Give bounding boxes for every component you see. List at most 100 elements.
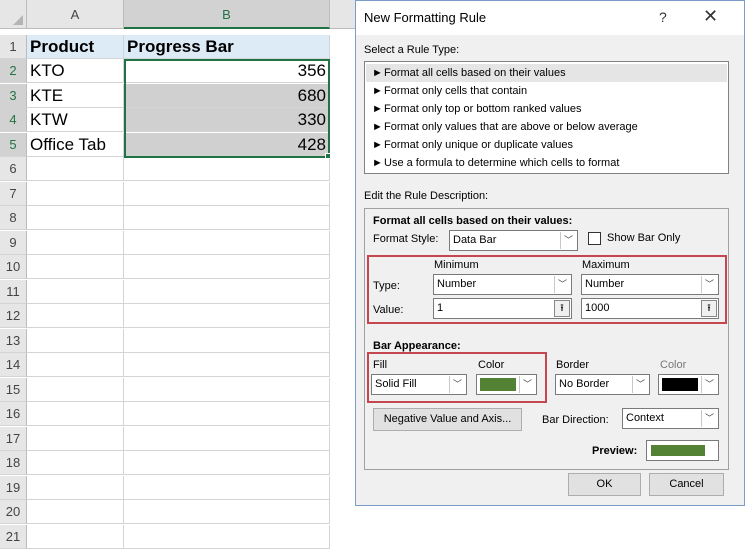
cell-a5[interactable]: Office Tab	[27, 133, 124, 157]
cell-b4[interactable]: 330	[124, 108, 330, 132]
row-header[interactable]: 16	[0, 402, 27, 426]
cell-a1[interactable]: Product	[27, 35, 124, 59]
border-color-label: Color	[660, 359, 687, 371]
row-header[interactable]: 6	[0, 157, 27, 181]
column-header-a[interactable]: A	[27, 0, 124, 29]
row-header[interactable]: 21	[0, 525, 27, 549]
row-header[interactable]: 1	[0, 35, 27, 59]
empty-cell[interactable]	[27, 255, 124, 279]
empty-cell[interactable]	[27, 304, 124, 328]
row-header[interactable]: 20	[0, 500, 27, 524]
empty-cell[interactable]	[27, 451, 124, 475]
row-header[interactable]: 11	[0, 280, 27, 304]
select-all-corner[interactable]	[0, 0, 27, 29]
border-color-picker[interactable]: ﹀	[658, 374, 719, 395]
ok-button[interactable]: OK	[568, 473, 641, 496]
row-header[interactable]: 9	[0, 231, 27, 255]
format-style-label: Format Style:	[373, 233, 439, 245]
rule-type-item[interactable]: ►Format only cells that contain	[366, 82, 727, 100]
empty-cell[interactable]	[124, 427, 330, 451]
empty-cell[interactable]	[27, 353, 124, 377]
border-select[interactable]: No Border ﹀	[555, 374, 650, 395]
empty-cell[interactable]	[124, 182, 330, 206]
empty-cell[interactable]	[27, 329, 124, 353]
empty-cell[interactable]	[124, 353, 330, 377]
cell-a2[interactable]: KTO	[27, 59, 124, 83]
row-header[interactable]: 13	[0, 329, 27, 353]
fill-select[interactable]: Solid Fill ﹀	[371, 374, 467, 395]
empty-cell[interactable]	[124, 525, 330, 549]
empty-cell[interactable]	[124, 157, 330, 181]
row-header[interactable]: 5	[0, 133, 27, 157]
empty-cell[interactable]	[27, 378, 124, 402]
column-header-b[interactable]: B	[124, 0, 330, 29]
empty-cell[interactable]	[124, 206, 330, 230]
empty-cell[interactable]	[124, 378, 330, 402]
cell-b3[interactable]: 680	[124, 84, 330, 108]
cell-a3[interactable]: KTE	[27, 84, 124, 108]
cell-b1[interactable]: Progress Bar	[124, 35, 330, 59]
close-icon[interactable]: ✕	[703, 6, 718, 27]
fill-handle[interactable]	[325, 153, 331, 159]
minimum-value-input[interactable]: 1 ⭱	[433, 298, 572, 319]
cell-b5[interactable]: 428	[124, 133, 330, 157]
preview-bar	[651, 445, 705, 456]
empty-cell[interactable]	[27, 402, 124, 426]
maximum-type-select[interactable]: Number ﹀	[581, 274, 719, 295]
help-button[interactable]: ?	[659, 9, 667, 25]
empty-cell[interactable]	[27, 206, 124, 230]
rule-type-item[interactable]: ►Use a formula to determine which cells …	[366, 154, 727, 172]
empty-cell[interactable]	[27, 157, 124, 181]
row-header[interactable]: 3	[0, 84, 27, 108]
row-header[interactable]: 17	[0, 427, 27, 451]
rule-type-item[interactable]: ►Format only top or bottom ranked values	[366, 100, 727, 118]
new-formatting-rule-dialog: New Formatting Rule ? ✕ Select a Rule Ty…	[355, 0, 745, 506]
cell-a4[interactable]: KTW	[27, 108, 124, 132]
row-header[interactable]: 4	[0, 108, 27, 132]
row-header[interactable]: 2	[0, 59, 27, 83]
rule-type-list[interactable]: ►Format all cells based on their values …	[364, 61, 729, 174]
empty-cell[interactable]	[27, 280, 124, 304]
empty-cell[interactable]	[124, 329, 330, 353]
empty-cell[interactable]	[124, 280, 330, 304]
negative-value-axis-button[interactable]: Negative Value and Axis...	[373, 408, 522, 431]
format-style-select[interactable]: Data Bar ﹀	[449, 230, 578, 251]
rule-type-item[interactable]: ►Format all cells based on their values	[366, 64, 727, 82]
maximum-label: Maximum	[582, 259, 630, 271]
empty-cell[interactable]	[124, 402, 330, 426]
row-header[interactable]: 8	[0, 206, 27, 230]
empty-cell[interactable]	[124, 476, 330, 500]
row-header[interactable]: 10	[0, 255, 27, 279]
empty-cell[interactable]	[124, 231, 330, 255]
empty-cell[interactable]	[27, 427, 124, 451]
empty-cell[interactable]	[124, 255, 330, 279]
show-bar-only-checkbox[interactable]	[588, 232, 601, 245]
empty-cell[interactable]	[124, 500, 330, 524]
cancel-button[interactable]: Cancel	[649, 473, 724, 496]
row-header[interactable]: 14	[0, 353, 27, 377]
empty-cell[interactable]	[27, 231, 124, 255]
empty-cell[interactable]	[27, 500, 124, 524]
empty-cell[interactable]	[27, 182, 124, 206]
row-header[interactable]: 15	[0, 378, 27, 402]
fill-color-picker[interactable]: ﹀	[476, 374, 537, 395]
row-header[interactable]: 19	[0, 476, 27, 500]
range-picker-icon[interactable]: ⭱	[701, 300, 717, 317]
dialog-title-bar[interactable]: New Formatting Rule ? ✕	[356, 1, 744, 35]
rule-type-item[interactable]: ►Format only unique or duplicate values	[366, 136, 727, 154]
cell-b2[interactable]: 356	[124, 59, 330, 83]
empty-cell[interactable]	[124, 451, 330, 475]
row-header[interactable]: 7	[0, 182, 27, 206]
bar-direction-select[interactable]: Context ﹀	[622, 408, 719, 429]
maximum-value-input[interactable]: 1000 ⭱	[581, 298, 719, 319]
empty-cell[interactable]	[27, 476, 124, 500]
minimum-type-select[interactable]: Number ﹀	[433, 274, 572, 295]
range-picker-icon[interactable]: ⭱	[554, 300, 570, 317]
preview-label: Preview:	[592, 445, 638, 457]
rule-type-item[interactable]: ►Format only values that are above or be…	[366, 118, 727, 136]
empty-cell[interactable]	[27, 525, 124, 549]
row-header[interactable]: 12	[0, 304, 27, 328]
row-header[interactable]: 18	[0, 451, 27, 475]
empty-cell[interactable]	[124, 304, 330, 328]
chevron-down-icon: ﹀	[701, 276, 717, 293]
